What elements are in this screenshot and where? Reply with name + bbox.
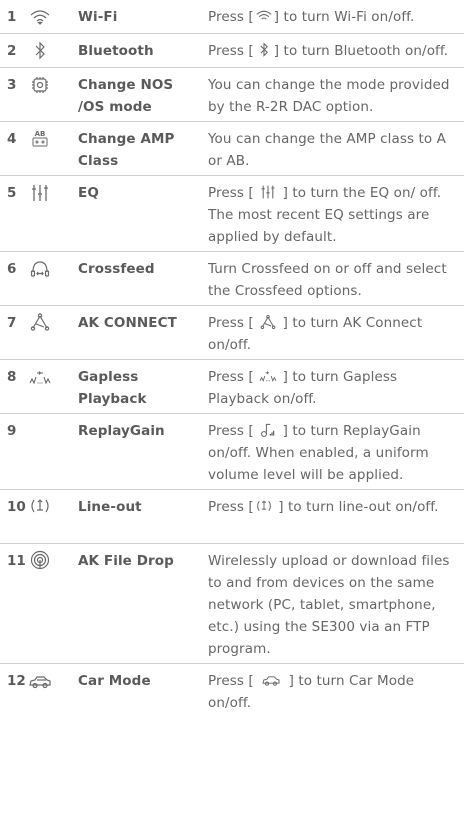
row-number: 9	[7, 423, 17, 439]
feature-name: Change AMP Class	[78, 131, 175, 169]
chip-icon	[28, 75, 52, 95]
feature-description: Press [ ] to turn ReplayGain on/off. Whe…	[208, 422, 429, 483]
row-number: 7	[7, 315, 17, 331]
bluetooth-icon	[28, 41, 52, 61]
feature-name: Line-out	[78, 499, 142, 515]
feature-description: Press [] to turn Wi-Fi on/off.	[208, 8, 415, 25]
svg-text:AB: AB	[35, 130, 46, 138]
eq-icon	[28, 183, 52, 203]
feature-name: AK File Drop	[78, 553, 174, 569]
row-number: 11	[7, 553, 26, 569]
feature-description: Press [ ] to turn the EQ on/ off. The mo…	[208, 184, 442, 245]
feature-name: Car Mode	[78, 673, 151, 689]
feature-name: Change NOS /OS mode	[78, 77, 174, 115]
row-number: 4	[7, 131, 17, 147]
table-row: 6 Crossfeed Turn Crossfeed on or off and…	[0, 252, 464, 306]
table-row: 1 Wi-Fi Press [] to turn Wi-Fi on/off.	[0, 0, 464, 34]
wifi-icon	[254, 8, 274, 24]
eq-icon	[258, 184, 278, 200]
table-row: 3 Change NOS /OS mode You can change the…	[0, 68, 464, 122]
ak-connect-icon	[258, 314, 278, 330]
table-row: 7 AK CONNECT Press [ ] to turn AK Connec…	[0, 306, 464, 360]
feature-name: ReplayGain	[78, 423, 165, 439]
feature-name: Wi-Fi	[78, 9, 118, 25]
file-drop-icon	[28, 550, 52, 570]
table-row: 2 Bluetooth Press [] to turn Bluetooth o…	[0, 34, 464, 68]
table-row: 9 ReplayGain Press [ ] to turn ReplayGai…	[0, 414, 464, 490]
feature-description: Press [] to turn Bluetooth on/off.	[208, 42, 449, 59]
car-icon	[28, 671, 52, 691]
amp-class-icon: AB	[28, 128, 52, 148]
row-number: 12	[7, 673, 26, 689]
feature-name: Crossfeed	[78, 261, 155, 277]
replaygain-icon	[258, 422, 278, 438]
table-row: 11 AK File Drop Wirelessly upload or dow…	[0, 544, 464, 664]
feature-name: Bluetooth	[78, 43, 154, 59]
feature-description: Turn Crossfeed on or off and select the …	[208, 261, 447, 299]
row-number: 3	[7, 77, 17, 93]
gapless-icon	[28, 367, 52, 387]
bluetooth-icon	[254, 42, 274, 58]
line-out-icon	[28, 496, 52, 516]
row-number: 10	[7, 499, 26, 515]
feature-description: Press [ ] to turn line-out on/off.	[208, 498, 439, 515]
feature-description: You can change the AMP class to A or AB.	[208, 131, 447, 169]
row-number: 1	[7, 9, 17, 25]
feature-name: EQ	[78, 185, 99, 201]
row-number: 5	[7, 185, 17, 201]
car-icon	[258, 672, 284, 688]
row-number: 8	[7, 369, 17, 385]
feature-name: Gapless Playback	[78, 369, 147, 407]
feature-description: You can change the mode provided by the …	[208, 77, 450, 115]
feature-description: Press [ ] to turn Gapless Playback on/of…	[208, 368, 398, 407]
table-row: 12 Car Mode Press [ ] to turn Car Mode o…	[0, 664, 464, 716]
table-row: 5 EQ Press [ ] to turn the EQ on/ off. T…	[0, 176, 464, 252]
table-row: 4 AB Change AMP Class You can change the…	[0, 122, 464, 176]
table-row: 10 Line-out Press [ ] to turn line-out o…	[0, 490, 464, 544]
line-out-icon	[254, 498, 274, 514]
gapless-icon	[258, 368, 278, 384]
row-number: 6	[7, 261, 17, 277]
crossfeed-icon	[28, 259, 52, 279]
feature-description: Press [ ] to turn AK Connect on/off.	[208, 314, 423, 353]
ak-connect-icon	[28, 312, 52, 332]
feature-name: AK CONNECT	[78, 315, 177, 331]
feature-description: Wirelessly upload or download files to a…	[208, 553, 450, 657]
row-number: 2	[7, 43, 17, 59]
feature-table: 1 Wi-Fi Press [] to turn Wi-Fi on/off. 2…	[0, 0, 464, 716]
table-row: 8 Gapless Playback Press [ ] to turn Gap…	[0, 360, 464, 414]
feature-description: Press [ ] to turn Car Mode on/off.	[208, 672, 415, 711]
wifi-icon	[28, 7, 52, 27]
